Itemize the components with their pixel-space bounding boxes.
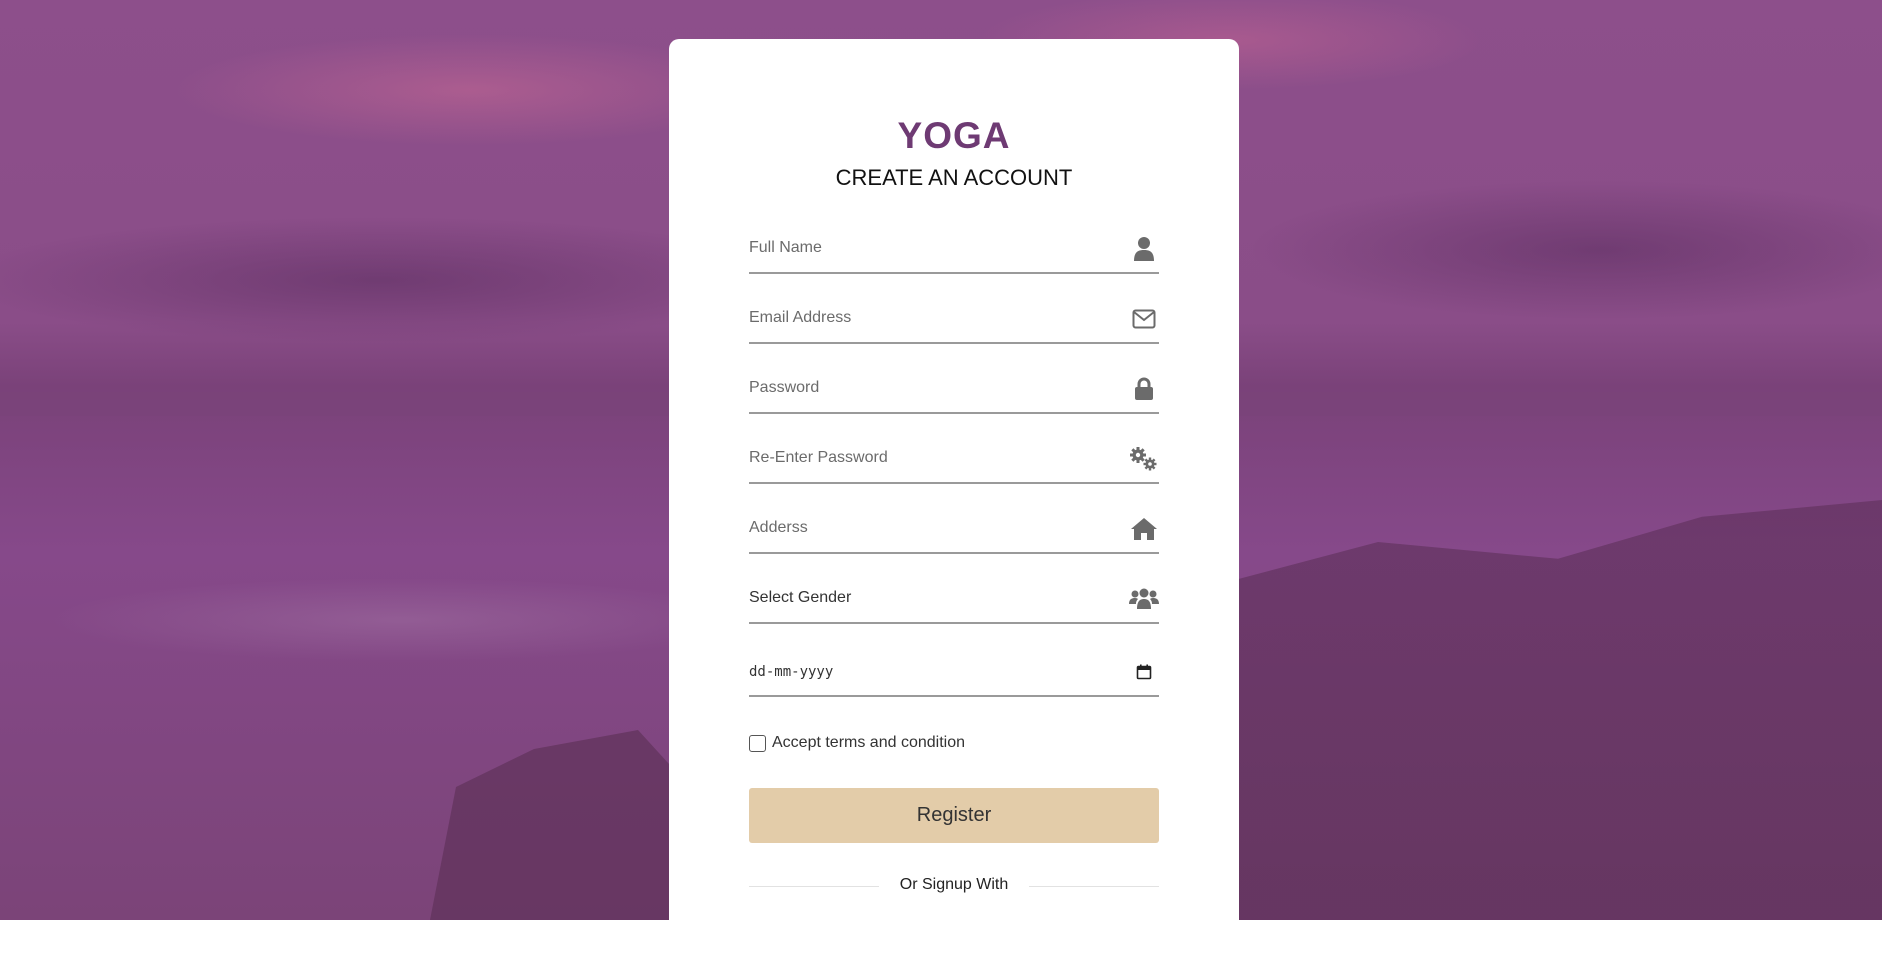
alt-signup-text: Or Signup With xyxy=(899,876,1009,893)
full-name-field xyxy=(749,228,1159,274)
full-name-input[interactable] xyxy=(749,228,1109,268)
email-field xyxy=(749,298,1159,344)
email-input[interactable] xyxy=(749,298,1109,338)
page-title: CREATE AN ACCOUNT xyxy=(835,165,1073,190)
users-icon xyxy=(1129,584,1159,614)
rocks-right xyxy=(1162,500,1882,920)
reenter-password-field xyxy=(749,438,1159,484)
terms-row: Accept terms and condition xyxy=(749,732,965,754)
user-icon xyxy=(1129,234,1159,264)
home-icon xyxy=(1129,514,1159,544)
rocks-left xyxy=(430,730,690,920)
address-field xyxy=(749,508,1159,554)
gender-select[interactable]: Select Gender xyxy=(749,578,1159,624)
terms-label[interactable]: Accept terms and condition xyxy=(772,734,965,752)
register-button[interactable]: Register xyxy=(749,788,1159,843)
reenter-password-input[interactable] xyxy=(749,438,1109,478)
alt-signup-divider: Or Signup With xyxy=(749,876,1159,896)
registration-card: YOGA CREATE AN ACCOUNT Full Name Email A… xyxy=(669,39,1239,959)
gender-select-value: Select Gender xyxy=(749,589,852,606)
calendar-icon[interactable] xyxy=(1129,657,1159,687)
gears-icon xyxy=(1129,444,1159,474)
address-input[interactable] xyxy=(749,508,1109,548)
envelope-icon xyxy=(1129,304,1159,334)
password-field xyxy=(749,368,1159,414)
brand-logo: YOGA xyxy=(897,115,1011,156)
terms-checkbox[interactable] xyxy=(749,734,766,752)
password-input[interactable] xyxy=(749,368,1109,408)
dob-field[interactable]: dd-mm-yyyy xyxy=(749,651,1159,697)
lock-icon xyxy=(1129,374,1159,404)
dob-input[interactable]: dd-mm-yyyy xyxy=(749,664,833,680)
